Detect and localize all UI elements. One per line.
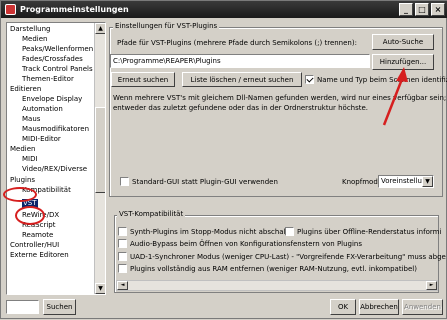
cancel-button[interactable]: Abbrechen [359,299,399,315]
preferences-window: Programmeinstellungen _ □ × Darstellung … [0,0,447,319]
search-input[interactable] [6,300,39,314]
compat-hscrollbar[interactable]: ◄ ► [116,280,438,291]
scroll-left-icon[interactable]: ◄ [117,281,128,290]
uad-sync-label: UAD-1-Synchroner Modus (weniger CPU-Last… [130,253,446,261]
ok-button[interactable]: OK [330,299,356,315]
ram-unload-checkbox[interactable] [118,264,127,273]
offline-render-checkbox[interactable] [285,227,294,236]
scroll-right-icon[interactable]: ► [426,281,437,290]
synth-stop-checkbox[interactable] [118,227,127,236]
search-button[interactable]: Suchen [43,299,76,315]
synth-stop-label: Synth-Plugins im Stopp-Modus nicht absch… [130,228,293,236]
uad-sync-checkbox[interactable] [118,252,127,261]
arrow-shaft [382,78,404,126]
audio-bypass-checkbox[interactable] [118,239,127,248]
ram-unload-label: Plugins vollständig aus RAM entfernen (w… [130,265,417,273]
arrow-head [396,67,408,82]
compat-group-title: VST-Kompatibilität [117,210,186,218]
offline-render-label: Plugins über Offline-Renderstatus inform… [297,228,442,236]
audio-bypass-label: Audio-Bypass beim Öffnen von Konfigurati… [130,240,363,248]
apply-button[interactable]: Anwenden [402,299,443,315]
